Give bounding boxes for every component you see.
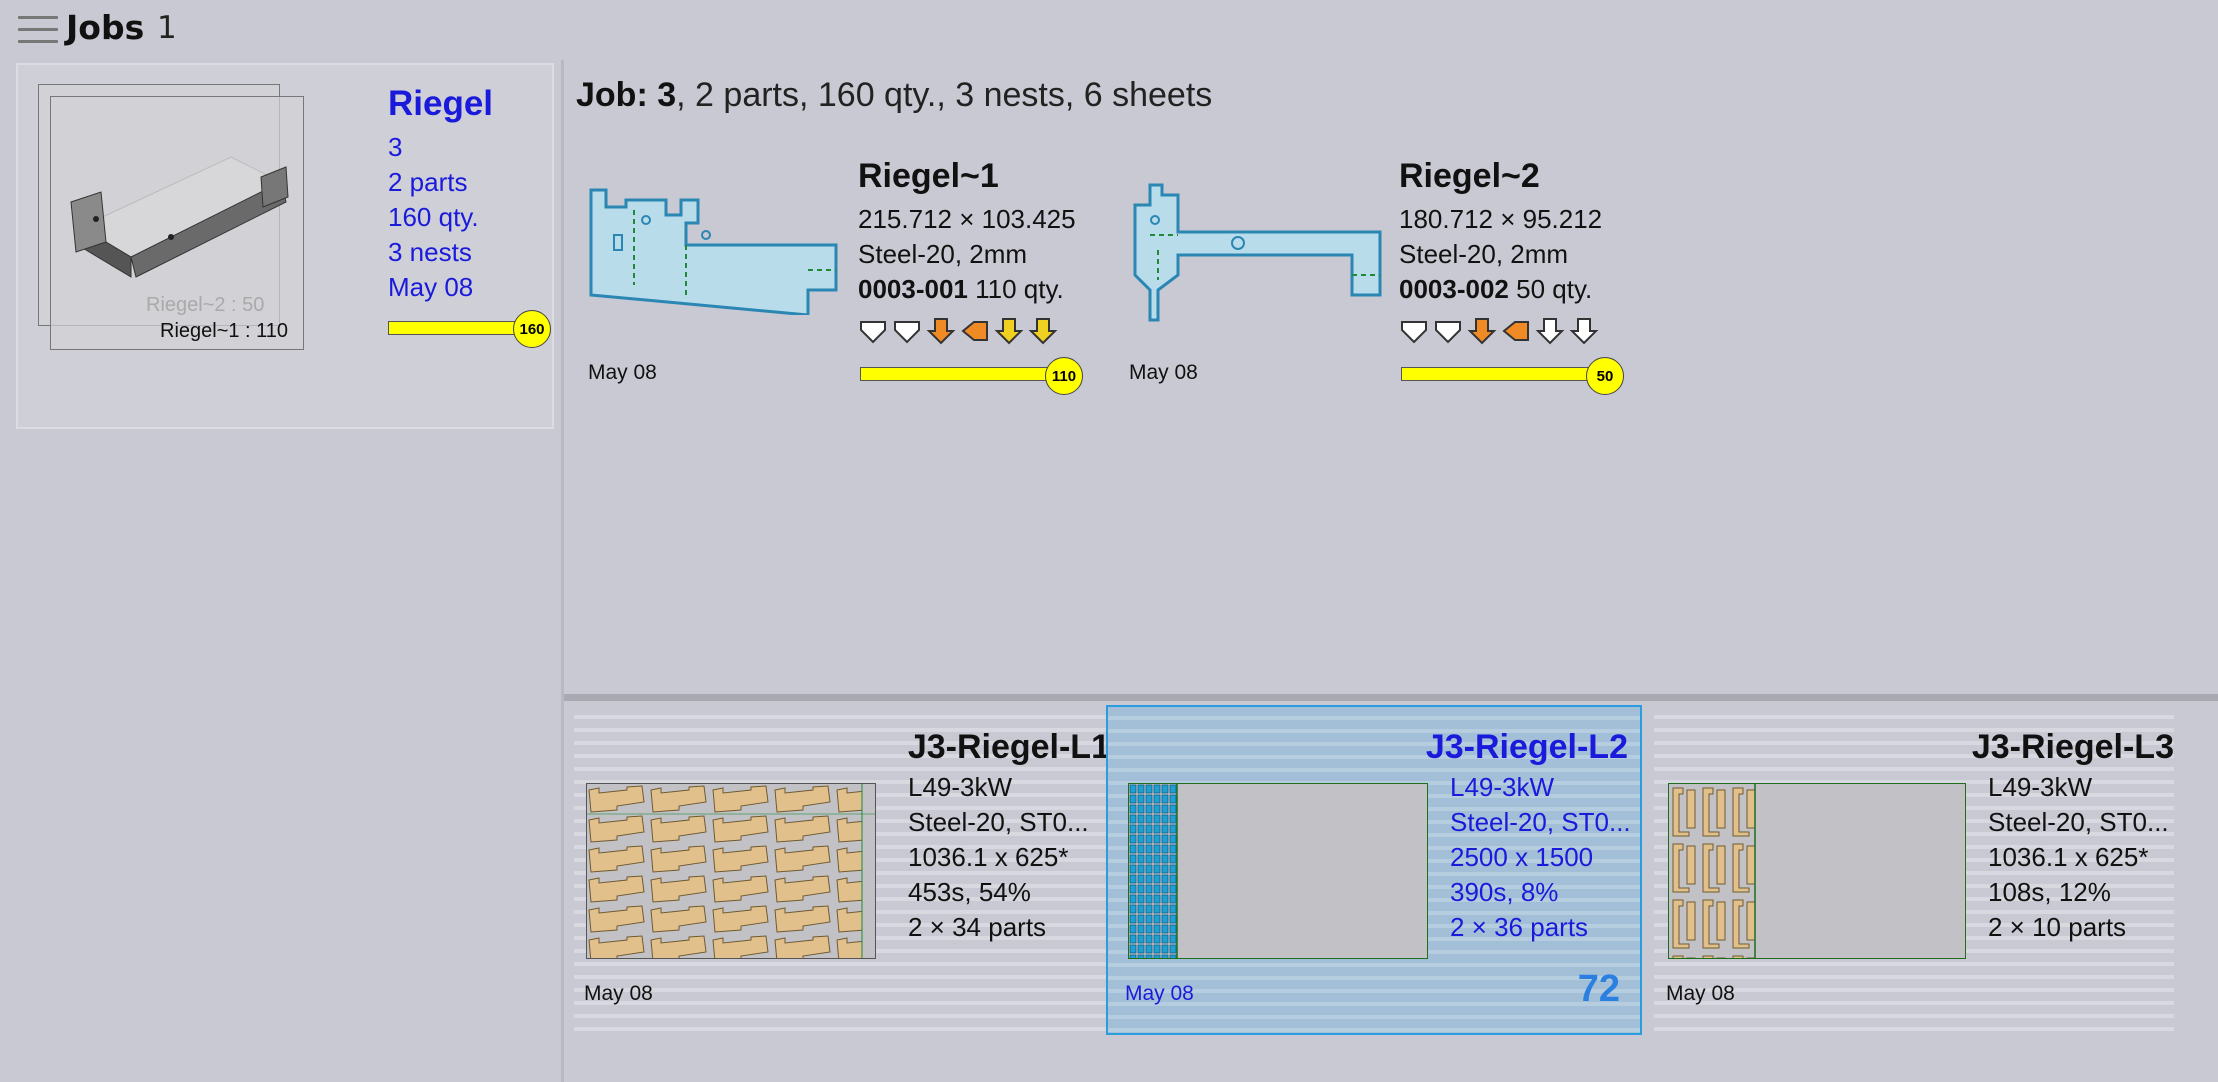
part-material: Steel-20, 2mm (858, 239, 1028, 269)
job-number: 3 (388, 132, 403, 162)
part-drawing-riegel-2[interactable] (1130, 180, 1385, 325)
nest-size: 1036.1 x 625* (1988, 842, 2149, 872)
part-progress-bar (860, 367, 1054, 381)
nest-name: J3-Riegel-L2 (1425, 728, 1628, 766)
nest-date: May 08 (1125, 982, 1194, 1005)
nest-material: Steel-20, ST0... (1988, 807, 2169, 837)
part-progress-bar (1401, 367, 1603, 381)
part-material: Steel-20, 2mm (1399, 239, 1569, 269)
bend-up-white-icon (1535, 318, 1565, 345)
nest-machine: L49-3kW (908, 772, 1013, 802)
job-nests: 3 nests (388, 237, 472, 267)
nest-material: Steel-20, ST0... (908, 807, 1089, 837)
bend-down-icon (1401, 321, 1427, 344)
nest-parts: 2 × 34 parts (908, 912, 1047, 942)
nest-parts: 2 × 10 parts (1988, 912, 2127, 942)
bend-up-orange-icon (926, 318, 956, 345)
nest-date: May 08 (584, 982, 653, 1005)
nest-layout-icon (1669, 784, 1756, 958)
part-date: May 08 (588, 361, 657, 384)
nest-card-l2[interactable]: J3-Riegel-L2 L49-3kW Steel-20, ST0... 25… (1106, 705, 1642, 1035)
part-dims: 215.712 × 103.425 (858, 204, 1076, 234)
bend-down-icon (1435, 321, 1461, 344)
part-progress-knob: 110 (1045, 357, 1083, 395)
vertical-splitter[interactable] (561, 60, 564, 1082)
nest-size: 2500 x 1500 (1450, 842, 1594, 872)
bend-up-yellow-icon (1028, 318, 1058, 345)
bend-up-yellow-icon (994, 318, 1024, 345)
part-drawing-riegel-1[interactable] (586, 185, 846, 315)
part-code-qty: 0003-002 50 qty. (1399, 274, 1593, 304)
job-name: Riegel (388, 84, 494, 123)
job-parts: 2 parts (388, 167, 468, 197)
part-date: May 08 (1129, 361, 1198, 384)
nest-sheet-preview (1668, 783, 1966, 959)
nest-name: J3-Riegel-L3 (1971, 728, 2174, 766)
job-count: 1 (157, 10, 177, 46)
bend-up-orange-icon (1467, 318, 1497, 345)
thumb-caption-front: Riegel~1 : 110 (160, 320, 289, 342)
menu-icon[interactable] (18, 16, 58, 46)
job-date: May 08 (388, 272, 474, 302)
bend-down-icon (894, 321, 920, 344)
nest-count-badge: 72 (1577, 968, 1620, 1010)
part-operations (858, 316, 1058, 346)
job-progress-bar (388, 321, 525, 335)
nest-date: May 08 (1666, 982, 1735, 1005)
part-progress-knob: 50 (1586, 357, 1624, 395)
nest-card-l3[interactable]: J3-Riegel-L3 L49-3kW Steel-20, ST0... 10… (1654, 706, 2174, 1031)
bend-down-icon (860, 321, 886, 344)
nest-layout-icon (587, 784, 875, 958)
bend-left-orange-icon (1502, 321, 1529, 341)
job-summary: Job: 3, 2 parts, 160 qty., 3 nests, 6 sh… (576, 76, 1213, 114)
nest-sheet-preview (586, 783, 876, 959)
part-dims: 180.712 × 95.212 (1399, 204, 1603, 234)
nest-name: J3-Riegel-L1 (907, 728, 1110, 766)
nest-machine: L49-3kW (1450, 772, 1555, 802)
job-progress-knob: 160 (513, 310, 551, 348)
nest-layout-icon (1129, 784, 1178, 958)
nest-material: Steel-20, ST0... (1450, 807, 1631, 837)
nest-sheet-preview (1128, 783, 1428, 959)
nest-size: 1036.1 x 625* (908, 842, 1069, 872)
bend-left-orange-icon (961, 321, 988, 341)
nest-time: 453s, 54% (908, 877, 1031, 907)
part-operations (1399, 316, 1599, 346)
nest-machine: L49-3kW (1988, 772, 2093, 802)
page-title: Jobs (66, 8, 145, 47)
bend-up-white-icon (1569, 318, 1599, 345)
thumb-caption-back: Riegel~2 : 50 (146, 294, 265, 316)
nest-time: 390s, 8% (1450, 877, 1559, 907)
nest-card-l1[interactable]: J3-Riegel-L1 L49-3kW Steel-20, ST0... 10… (574, 706, 1110, 1031)
job-qty: 160 qty. (388, 202, 479, 232)
nest-time: 108s, 12% (1988, 877, 2111, 907)
nest-parts: 2 × 36 parts (1450, 912, 1589, 942)
part-name: Riegel~1 (858, 157, 999, 195)
part-name: Riegel~2 (1399, 157, 1540, 195)
horizontal-splitter[interactable] (564, 694, 2218, 701)
part-code-qty: 0003-001 110 qty. (858, 274, 1064, 304)
